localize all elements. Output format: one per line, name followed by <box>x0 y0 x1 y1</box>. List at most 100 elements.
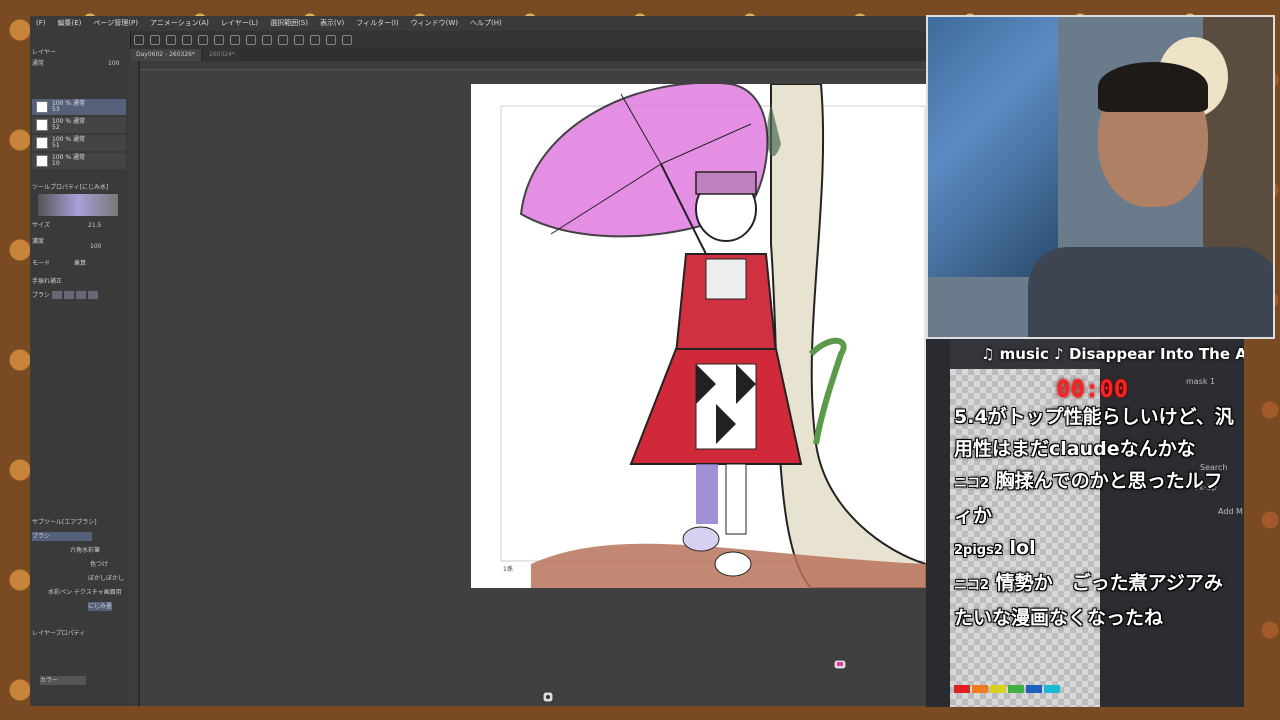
chat-overlay: mask 1 Search 7k-2p Add M ♫ music ♪ Disa… <box>926 339 1244 707</box>
sub-tool-item[interactable]: ブラシ <box>32 532 92 541</box>
density-label: 濃度 <box>32 238 45 245</box>
chat-text: 情勢か ごった煮アジアみたいな漫画なくなったね <box>954 572 1223 629</box>
left-panel: レイヤー 通常 100 100 % 通常 53 100 % 通常 52 100 … <box>30 31 131 706</box>
layer-text: 100 % 通常 52 <box>52 119 85 131</box>
layer-thumbnail <box>36 155 48 167</box>
sub-tool-item[interactable]: にじみ墨 <box>88 602 113 611</box>
mode-label: モード <box>32 260 51 267</box>
opacity-value[interactable]: 100 <box>108 59 119 68</box>
sub-tool-item[interactable]: 色つけ <box>90 560 108 569</box>
page-label: 1係 <box>503 566 513 573</box>
layer-text: 100 % 通常 51 <box>52 137 85 149</box>
layer-item[interactable]: 100 % 通常 53 <box>32 99 126 115</box>
menu-animation[interactable]: アニメーション(A) <box>144 16 215 31</box>
redo-icon[interactable] <box>214 35 224 45</box>
sub-tool-item[interactable]: 六角水彩筆 <box>70 546 100 555</box>
stream-timer: 00:00 <box>1056 375 1129 403</box>
layer-name: 52 <box>52 124 60 131</box>
layer-name: 53 <box>52 106 60 113</box>
tab-document[interactable]: 260324* <box>203 49 241 61</box>
density-value[interactable]: 100 <box>90 242 101 251</box>
transform-icon[interactable] <box>278 35 288 45</box>
vertical-ruler <box>130 61 138 706</box>
print-icon[interactable] <box>182 35 192 45</box>
chat-text: 胸揉んでのかと思ったルフィか <box>954 470 1223 527</box>
webcam-feed <box>926 15 1275 339</box>
sub-tool-item[interactable]: ぼかしぼかし <box>88 574 124 583</box>
color-palette <box>954 685 1060 693</box>
crop-icon[interactable] <box>262 35 272 45</box>
save-icon[interactable] <box>166 35 176 45</box>
chat-message: 2pigs2 lol <box>954 532 1234 567</box>
horizontal-ruler <box>140 61 926 70</box>
brush-label: ブラシ <box>32 292 50 299</box>
palette-swatch[interactable] <box>1008 685 1024 693</box>
settings-icon[interactable] <box>230 35 240 45</box>
layer-item[interactable]: 100 % 通常 10 <box>32 153 126 169</box>
palette-swatch[interactable] <box>1044 685 1060 693</box>
chat-message: 5.4がトップ性能らしいけど、汎用性はまだclaudeなんかな <box>954 401 1234 465</box>
menu-window[interactable]: ウィンドウ(W) <box>405 16 464 31</box>
menu-help[interactable]: ヘルプ(H) <box>464 16 508 31</box>
blend-mode-select[interactable]: 通常 <box>32 59 44 68</box>
ruler-icon[interactable] <box>326 35 336 45</box>
chat-text: 5.4がトップ性能らしいけど、汎用性はまだclaudeなんかな <box>954 406 1234 460</box>
layer-name: 51 <box>52 142 60 149</box>
palette-swatch[interactable] <box>1026 685 1042 693</box>
chat-text: lol <box>1009 537 1036 559</box>
menu-page[interactable]: ページ管理(P) <box>87 16 144 31</box>
menu-file[interactable]: (F) <box>30 16 52 31</box>
wall-posters <box>928 17 1058 277</box>
color-select[interactable]: カラー <box>40 676 86 685</box>
streamer-hair <box>1098 62 1208 112</box>
menu-view[interactable]: 表示(V) <box>314 16 350 31</box>
mode-select[interactable]: 乗算 <box>74 259 86 268</box>
mask-label: mask 1 <box>1186 377 1216 386</box>
fill-icon[interactable] <box>246 35 256 45</box>
chat-message: ニコ2 胸揉んでのかと思ったルフィか <box>954 465 1234 532</box>
new-icon[interactable] <box>134 35 144 45</box>
layer-text: 100 % 通常 10 <box>52 155 85 167</box>
palette-swatch[interactable] <box>990 685 1006 693</box>
layer-thumbnail <box>36 101 48 113</box>
menu-filter[interactable]: フィルター(I) <box>350 16 404 31</box>
tab-document[interactable]: Day0602 - 260326* <box>130 49 202 61</box>
tool-strip <box>926 339 950 707</box>
selection-icon[interactable] <box>294 35 304 45</box>
palette-swatch[interactable] <box>954 685 970 693</box>
menu-edit[interactable]: 編集(E) <box>52 16 88 31</box>
stabilizer-label: 手振れ補正 <box>32 278 63 285</box>
help-icon[interactable] <box>342 35 352 45</box>
pen-cursor-icon <box>833 659 847 670</box>
chat-user: ニコ2 <box>954 476 990 491</box>
streamer-sweater <box>1028 247 1273 337</box>
chat-user: ニコ2 <box>954 578 990 593</box>
layer-item[interactable]: 100 % 通常 52 <box>32 117 126 133</box>
brush-shape-swatches[interactable] <box>52 291 98 299</box>
menu-selection[interactable]: 選択範囲(S) <box>264 16 314 31</box>
layer-name: 10 <box>52 160 60 167</box>
layer-property-title: レイヤープロパティ <box>32 630 86 637</box>
sub-tool-title: サブツール[エアブラシ] <box>32 519 97 526</box>
undo-icon[interactable] <box>198 35 208 45</box>
layer-item[interactable]: 100 % 通常 51 <box>32 135 126 151</box>
size-value[interactable]: 21.5 <box>88 221 101 230</box>
pen-icon[interactable] <box>310 35 320 45</box>
size-label: サイズ <box>32 222 50 229</box>
menu-layer[interactable]: レイヤー(L) <box>215 16 264 31</box>
layer-thumbnail <box>36 119 48 131</box>
chat-user: 2pigs2 <box>954 543 1003 558</box>
open-icon[interactable] <box>150 35 160 45</box>
canvas-paper[interactable]: 1係 <box>471 81 927 589</box>
sub-tool-item[interactable]: 水彩ペン テクスチャ画面用 <box>48 588 122 597</box>
command-bar <box>128 31 926 49</box>
chat-messages: 5.4がトップ性能らしいけど、汎用性はまだclaudeなんかな ニコ2 胸揉んで… <box>954 401 1234 634</box>
layer-panel-title: レイヤー <box>32 49 56 56</box>
now-playing: ♫ music ♪ Disappear Into The A <box>981 345 1244 363</box>
illustration <box>500 81 927 589</box>
palette-swatch[interactable] <box>972 685 988 693</box>
menu-bar: (F) 編集(E) ページ管理(P) アニメーション(A) レイヤー(L) 選択… <box>30 16 926 31</box>
pointer-icon <box>542 691 554 703</box>
tool-property-title: ツールプロパティ[にじみ水] <box>32 184 109 191</box>
chat-message: ニコ2 情勢か ごった煮アジアみたいな漫画なくなったね <box>954 567 1234 634</box>
